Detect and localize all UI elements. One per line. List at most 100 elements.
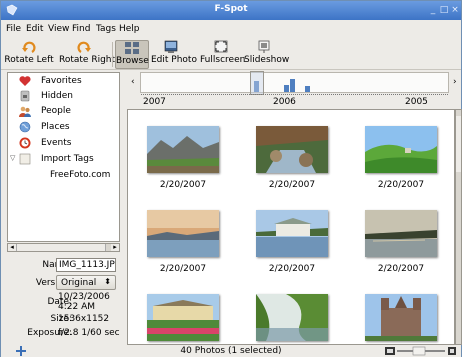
slideshow-icon — [258, 40, 270, 53]
sidebar-item-label: Import Tags — [41, 154, 94, 164]
scrollbar-thumb[interactable] — [16, 244, 106, 251]
sidebar-item-label: Hidden — [41, 91, 73, 101]
menu-tags[interactable]: Tags — [96, 24, 116, 34]
size-value: 1536x1152 — [58, 314, 110, 324]
fullscreen-button[interactable]: Fullscreen — [200, 40, 246, 69]
photo-image — [256, 126, 328, 173]
photo-image — [365, 210, 437, 257]
rotate-left-icon — [22, 41, 36, 53]
date-value-line2: 4:22 AM — [58, 302, 95, 312]
photo-thumbnail[interactable]: 2/20/2007 — [242, 118, 342, 198]
sidebar-item-freefoto[interactable]: FreeFoto.com — [8, 167, 119, 183]
photo-thumbnail[interactable] — [242, 286, 342, 344]
fullscreen-icon — [214, 40, 228, 53]
timeline-bar — [305, 86, 310, 92]
toolbar: Rotate Left Rotate Right Browse Edit Pho… — [1, 38, 461, 70]
photo-thumbnail[interactable]: 2/20/2007 — [351, 118, 451, 198]
sidebar-item-label: Places — [41, 122, 70, 132]
photo-thumbnail[interactable] — [133, 286, 233, 344]
sidebar-item-favorites[interactable]: Favorites — [8, 73, 119, 89]
photo-date: 2/20/2007 — [159, 180, 207, 190]
photo-image — [256, 294, 328, 341]
scroll-right-icon[interactable]: ▸ — [111, 244, 119, 251]
photo-thumbnail[interactable]: 2/20/2007 — [133, 118, 233, 198]
sidebar-item-label: Favorites — [41, 76, 82, 86]
edit-photo-button[interactable]: Edit Photo — [151, 40, 197, 69]
rotate-right-label: Rotate Right — [59, 55, 116, 65]
photo-date: 2/20/2007 — [377, 264, 425, 274]
rotate-right-icon — [77, 41, 91, 53]
photo-image — [365, 126, 437, 173]
photo-date: 2/20/2007 — [377, 180, 425, 190]
photo-image — [256, 210, 328, 257]
tag-sidebar: Favorites Hidden People Places Events ▽ … — [7, 72, 120, 242]
rotate-left-label: Rotate Left — [4, 55, 54, 65]
rotate-right-button[interactable]: Rotate Right — [59, 40, 116, 69]
photo-date: 2/20/2007 — [159, 264, 207, 274]
events-icon — [19, 137, 31, 149]
sidebar-item-hidden[interactable]: Hidden — [8, 88, 119, 104]
browse-button[interactable]: Browse — [115, 40, 149, 69]
sidebar-item-people[interactable]: People — [8, 103, 119, 119]
photo-thumbnail[interactable]: 2/20/2007 — [242, 202, 342, 282]
sidebar-item-events[interactable]: Events — [8, 135, 119, 151]
sidebar-item-label: FreeFoto.com — [50, 170, 111, 180]
expander-icon[interactable]: ▽ — [10, 154, 15, 162]
menu-help[interactable]: Help — [119, 24, 140, 34]
status-bar: 40 Photos (1 selected) — [1, 345, 461, 357]
sidebar-item-label: Events — [41, 138, 72, 148]
photo-thumbnail[interactable]: 2/20/2007 — [133, 202, 233, 282]
window-title: F-Spot — [214, 4, 248, 14]
title-bar: F-Spot _ □ × — [1, 1, 461, 20]
photo-thumbnail[interactable] — [351, 286, 451, 344]
exposure-value: f/2.8 1/60 sec — [58, 328, 120, 338]
timeline-year: 2005 — [405, 97, 428, 107]
sidebar-item-label: People — [41, 106, 71, 116]
menu-view[interactable]: View — [48, 24, 69, 34]
sidebar-item-import-tags[interactable]: ▽ Import Tags — [8, 151, 119, 167]
menu-edit[interactable]: Edit — [26, 24, 43, 34]
timeline[interactable]: ‹ › 2007 2006 2005 — [127, 71, 461, 109]
menu-find[interactable]: Find — [72, 24, 90, 34]
hidden-icon — [20, 90, 30, 102]
date-value-line1: 10/23/2006 — [58, 292, 110, 302]
fullscreen-label: Fullscreen — [200, 55, 246, 65]
photo-image — [147, 126, 219, 173]
photo-image — [147, 294, 219, 341]
import-tags-icon — [19, 153, 31, 165]
photo-grid-scrollbar[interactable] — [455, 109, 462, 345]
edit-photo-icon — [164, 40, 178, 53]
timeline-selection-handle[interactable] — [250, 71, 264, 95]
rotate-left-button[interactable]: Rotate Left — [2, 40, 56, 69]
photo-image — [365, 294, 437, 341]
photo-grid: 2/20/2007 2/20/2007 2/20/2007 2/20/2007 … — [127, 109, 455, 345]
browse-icon — [125, 42, 139, 54]
timeline-year: 2006 — [273, 97, 296, 107]
photo-date: 2/20/2007 — [268, 264, 316, 274]
places-icon — [19, 121, 31, 133]
toolbar-separator — [112, 42, 113, 67]
sidebar-horizontal-scrollbar[interactable]: ◂ ▸ — [7, 243, 120, 252]
name-field[interactable]: IMG_1113.JPG — [56, 258, 116, 272]
scroll-left-icon[interactable]: ◂ — [8, 244, 16, 251]
version-select[interactable]: Original ⬍ — [56, 275, 116, 290]
slideshow-button[interactable]: Slideshow — [244, 40, 289, 69]
timeline-right-icon[interactable]: › — [453, 77, 457, 87]
zoom-slider[interactable] — [385, 346, 457, 356]
sidebar-item-places[interactable]: Places — [8, 119, 119, 135]
people-icon — [19, 106, 31, 117]
timeline-bar — [284, 85, 289, 92]
timeline-track[interactable] — [140, 71, 449, 95]
edit-photo-label: Edit Photo — [151, 55, 197, 65]
f-spot-window: F-Spot _ □ × File Edit View Find Tags He… — [0, 0, 462, 357]
menu-file[interactable]: File — [6, 24, 21, 34]
photo-date: 2/20/2007 — [268, 180, 316, 190]
close-icon[interactable]: × — [449, 4, 461, 16]
timeline-left-icon[interactable]: ‹ — [131, 77, 135, 87]
timeline-bar — [290, 79, 295, 92]
photo-thumbnail[interactable]: 2/20/2007 — [351, 202, 451, 282]
scrollbar-thumb[interactable] — [456, 116, 461, 172]
menu-bar: File Edit View Find Tags Help — [1, 21, 461, 38]
version-value: Original — [61, 278, 97, 288]
heart-icon — [19, 76, 31, 86]
